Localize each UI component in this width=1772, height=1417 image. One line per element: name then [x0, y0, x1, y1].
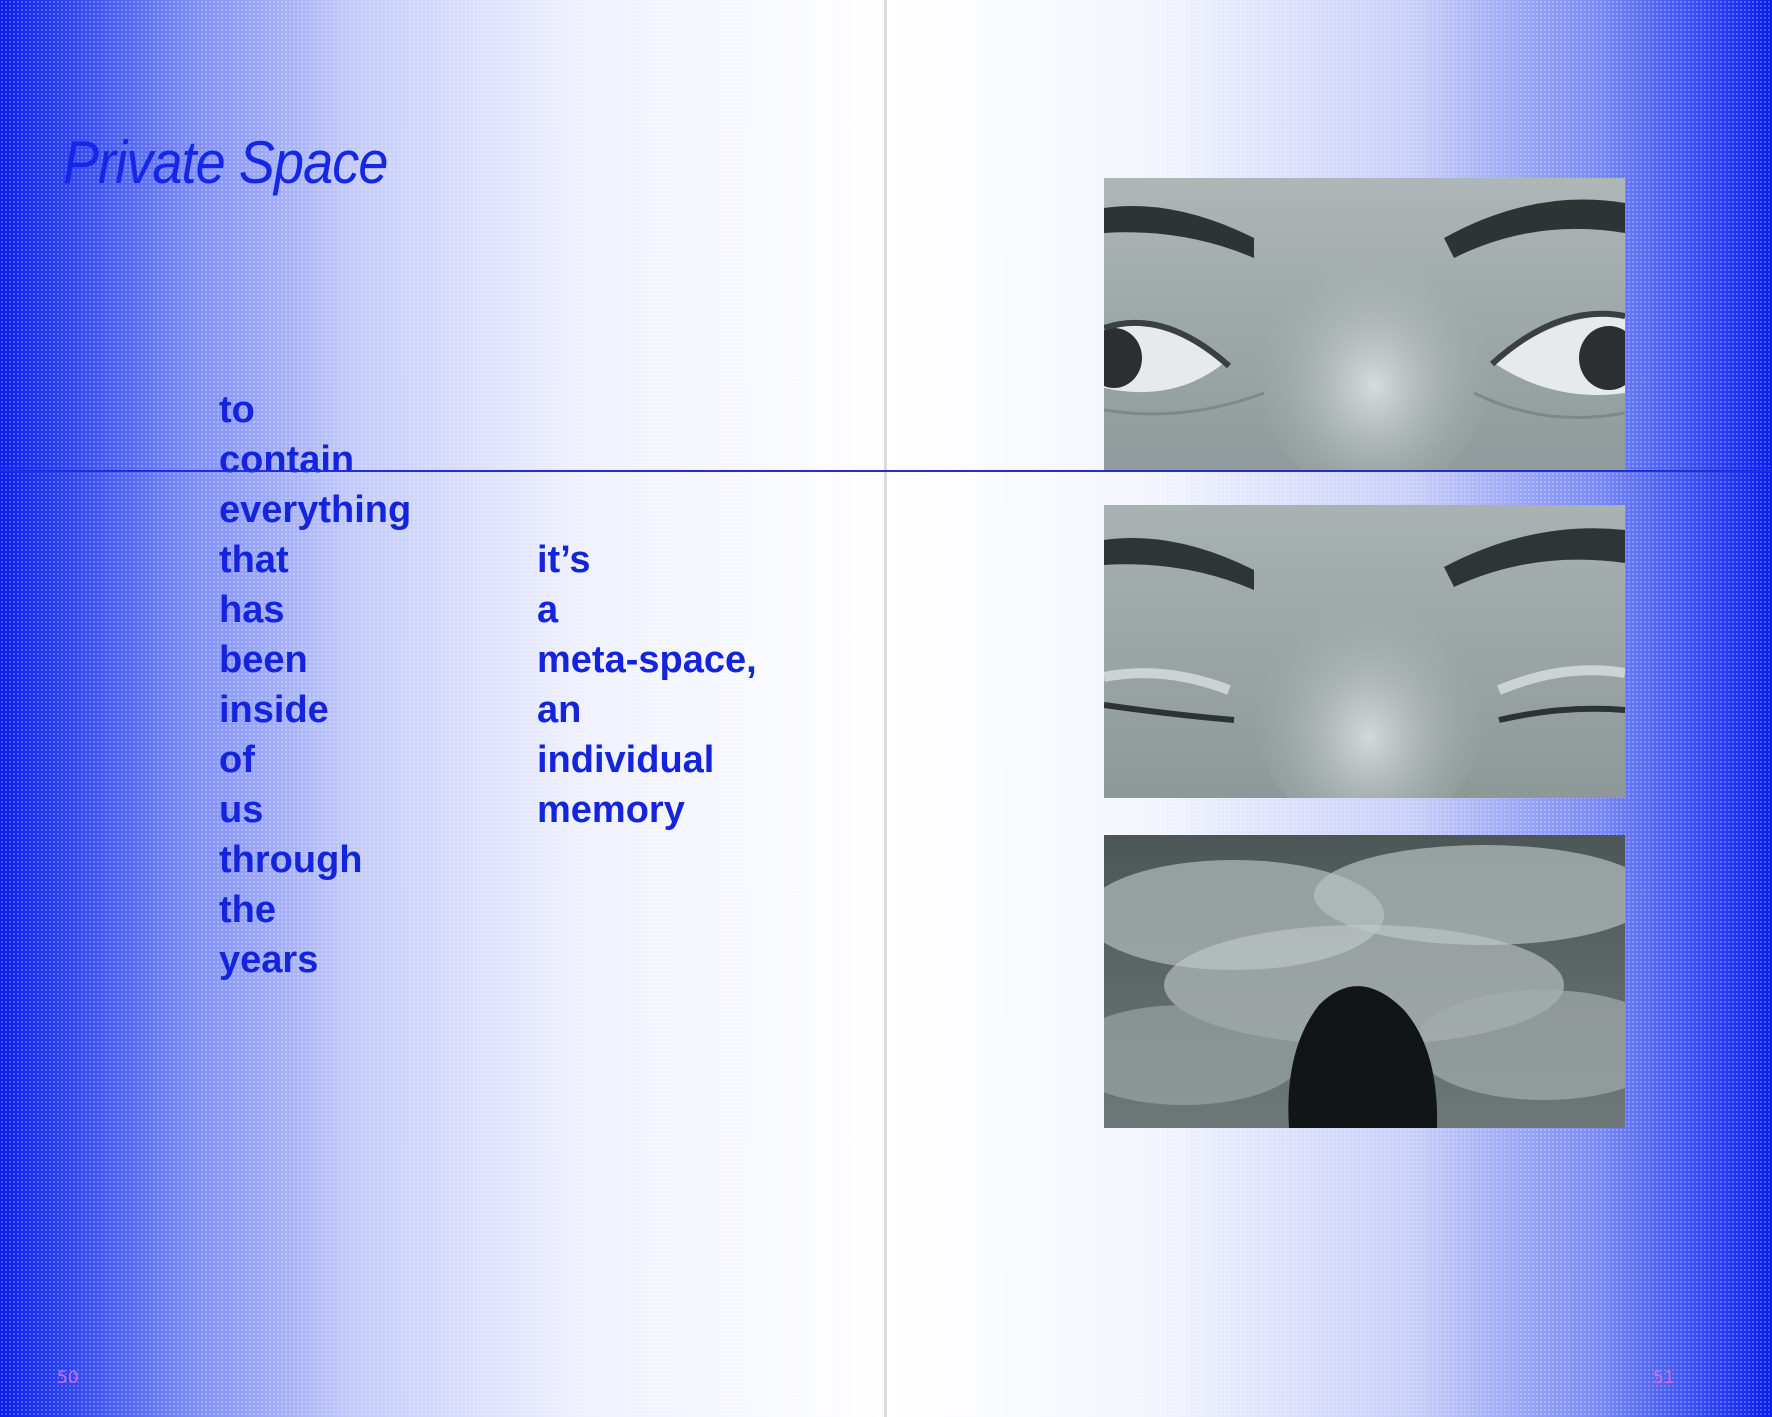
page-number-left: 50 [57, 1368, 79, 1388]
word: everything [219, 489, 412, 531]
head-clouds-image [1104, 835, 1625, 1128]
word: it’s [537, 539, 591, 581]
word: contain [219, 439, 355, 481]
word: through [219, 839, 363, 881]
word: us [219, 789, 264, 831]
page-title: Private Space [63, 129, 388, 196]
word: years [219, 939, 319, 981]
horizontal-rule [0, 470, 1772, 472]
word: of [219, 739, 255, 781]
word: memory [537, 789, 685, 831]
word: the [219, 889, 276, 931]
word: has [219, 589, 285, 631]
book-spread: Private Space to contain everything that… [0, 0, 1772, 1417]
photo-head-clouds [1104, 835, 1625, 1128]
word: been [219, 639, 308, 681]
photo-closed-eyes [1104, 505, 1625, 798]
word: individual [537, 739, 715, 781]
word-column-left: to contain everything that has been insi… [219, 385, 411, 985]
word: that [219, 539, 289, 581]
left-page: Private Space to contain everything that… [0, 0, 885, 1417]
word: an [537, 689, 582, 731]
photo-open-eyes [1104, 178, 1625, 471]
page-number-right: 51 [1653, 1368, 1675, 1388]
open-eyes-image [1104, 178, 1625, 471]
word: inside [219, 689, 329, 731]
word: a [537, 589, 559, 631]
closed-eyes-image [1104, 505, 1625, 798]
word-column-right: it’s a meta-space, an individual memory [537, 535, 757, 835]
word: to [219, 389, 255, 431]
word: meta-space, [537, 639, 757, 681]
